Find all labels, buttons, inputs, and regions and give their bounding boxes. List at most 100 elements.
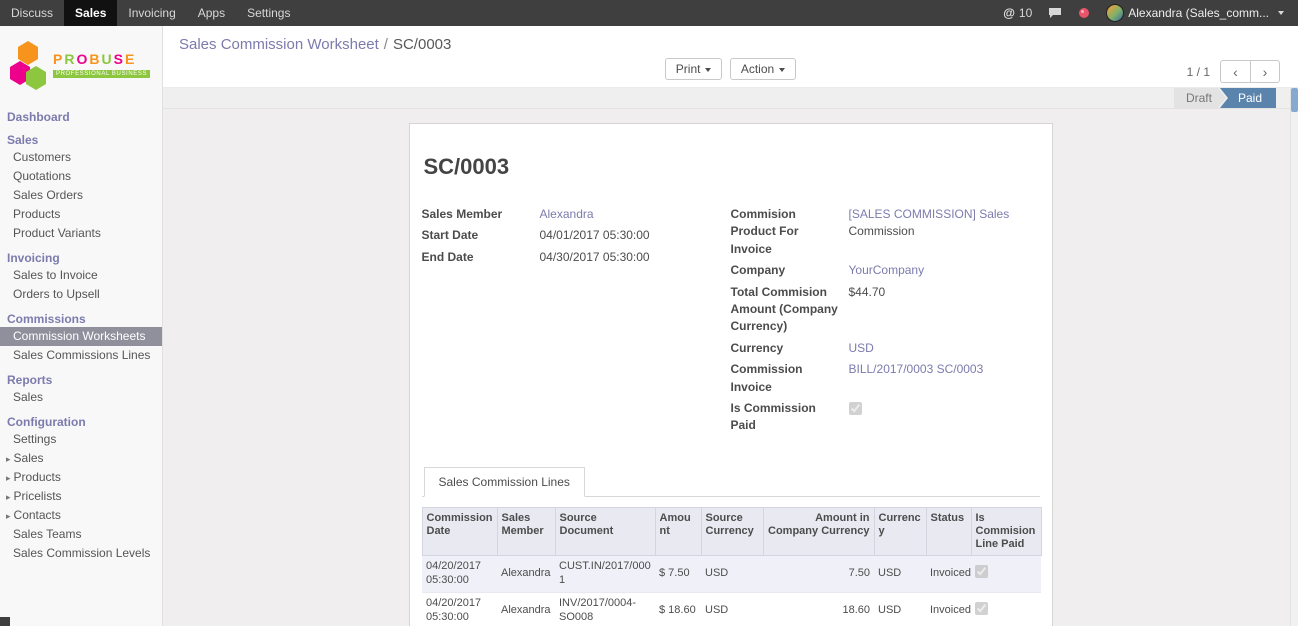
field-link[interactable]: BILL/2017/0003 SC/0003 bbox=[849, 362, 984, 376]
sidebar-item-orders-to-upsell[interactable]: Orders to Upsell bbox=[0, 285, 162, 304]
scroll-corner bbox=[0, 617, 10, 626]
sidebar-item-label: Sales bbox=[13, 390, 43, 404]
field-label: Start Date bbox=[422, 227, 540, 244]
notification-icon bbox=[1078, 7, 1090, 19]
action-buttons: Print Action bbox=[163, 58, 1298, 80]
column-header-amount-in-company-currency[interactable]: Amount in Company Currency bbox=[763, 507, 874, 556]
sidebar-item-products[interactable]: ▸Products bbox=[0, 468, 162, 487]
breadcrumb-separator: / bbox=[384, 36, 388, 53]
activities-button[interactable]: @10 bbox=[995, 0, 1040, 26]
status-paid[interactable]: Paid bbox=[1220, 88, 1276, 108]
field-sales-member: Sales MemberAlexandra bbox=[422, 206, 713, 223]
field-label: Total Commision Amount (Company Currency… bbox=[731, 284, 849, 336]
cell-status: Invoiced bbox=[926, 556, 971, 593]
sidebar-item-settings[interactable]: Settings bbox=[0, 430, 162, 449]
table-row[interactable]: 04/20/2017 05:30:00AlexandraCUST.IN/2017… bbox=[422, 556, 1041, 593]
form-fields: Sales MemberAlexandra Start Date04/01/201… bbox=[422, 206, 1040, 439]
field-link[interactable]: USD bbox=[849, 341, 874, 355]
app-logo[interactable]: PROBUSE PROFESSIONAL BUSINESS bbox=[0, 26, 162, 102]
sidebar-item-label: Orders to Upsell bbox=[13, 287, 100, 301]
table-row[interactable]: 04/20/2017 05:30:00AlexandraINV/2017/000… bbox=[422, 592, 1041, 626]
field-label: End Date bbox=[422, 249, 540, 266]
action-button[interactable]: Action bbox=[730, 58, 796, 80]
caret-down-icon bbox=[779, 68, 785, 72]
sidebar-item-quotations[interactable]: Quotations bbox=[0, 167, 162, 186]
sidebar-heading-reports[interactable]: Reports bbox=[0, 371, 162, 388]
sidebar-item-commission-worksheets[interactable]: Commission Worksheets bbox=[0, 327, 162, 346]
sidebar-item-sales-commissions-lines[interactable]: Sales Commissions Lines bbox=[0, 346, 162, 365]
top-menu-apps[interactable]: Apps bbox=[187, 0, 236, 26]
sidebar-heading-configuration[interactable]: Configuration bbox=[0, 413, 162, 430]
sidebar-item-customers[interactable]: Customers bbox=[0, 148, 162, 167]
pager-next-button[interactable]: › bbox=[1250, 60, 1280, 83]
field-link[interactable]: [SALES COMMISSION] Sales bbox=[849, 207, 1010, 221]
sidebar-item-label: Commission Worksheets bbox=[13, 329, 145, 343]
column-header-status[interactable]: Status bbox=[926, 507, 971, 556]
sidebar-item-label: Products bbox=[13, 207, 60, 221]
control-panel: Sales Commission Worksheet/SC/0003 Print… bbox=[163, 26, 1298, 88]
cell-is-commision-line-paid bbox=[971, 592, 1041, 626]
field-value: 04/01/2017 05:30:00 bbox=[540, 227, 713, 244]
column-header-amount[interactable]: Amount bbox=[655, 507, 701, 556]
cell-amount-in-company-currency: 18.60 bbox=[763, 592, 874, 626]
sidebar-item-products[interactable]: Products bbox=[0, 205, 162, 224]
checkbox-is-commission-paid[interactable] bbox=[849, 402, 862, 415]
field-link[interactable]: Alexandra bbox=[540, 207, 594, 221]
logo-text: PROBUSE PROFESSIONAL BUSINESS bbox=[53, 52, 150, 77]
pager-previous-button[interactable]: ‹ bbox=[1220, 60, 1250, 83]
sidebar-item-contacts[interactable]: ▸Contacts bbox=[0, 506, 162, 525]
column-header-source-document[interactable]: Source Document bbox=[555, 507, 655, 556]
pager: 1 / 1 ‹ › bbox=[1187, 60, 1280, 83]
sidebar-item-label: Customers bbox=[13, 150, 71, 164]
sidebar-item-label: Sales Commissions Lines bbox=[13, 348, 150, 362]
sidebar-menu: DashboardSalesCustomersQuotationsSales O… bbox=[0, 108, 162, 563]
user-menu[interactable]: Alexandra (Sales_comm... bbox=[1098, 0, 1292, 26]
column-header-source-currency[interactable]: Source Currency bbox=[701, 507, 763, 556]
activities-count: 10 bbox=[1019, 0, 1032, 26]
sidebar-heading-dashboard[interactable]: Dashboard bbox=[0, 108, 162, 125]
caret-down-icon bbox=[705, 68, 711, 72]
sidebar-item-sales-commission-levels[interactable]: Sales Commission Levels bbox=[0, 544, 162, 563]
column-header-is-commision-line-paid[interactable]: Is Commision Line Paid bbox=[971, 507, 1041, 556]
top-menu-sales[interactable]: Sales bbox=[64, 0, 117, 26]
tab-sales-commission-lines[interactable]: Sales Commission Lines bbox=[424, 467, 585, 497]
print-button[interactable]: Print bbox=[665, 58, 723, 80]
sidebar-heading-invoicing[interactable]: Invoicing bbox=[0, 249, 162, 266]
top-menu-discuss[interactable]: Discuss bbox=[0, 0, 64, 26]
column-header-sales-member[interactable]: Sales Member bbox=[497, 507, 555, 556]
sidebar-item-pricelists[interactable]: ▸Pricelists bbox=[0, 487, 162, 506]
column-header-commission-date[interactable]: Commission Date bbox=[422, 507, 497, 556]
column-header-currency[interactable]: Currency bbox=[874, 507, 926, 556]
top-menu-invoicing[interactable]: Invoicing bbox=[117, 0, 186, 26]
breadcrumb-parent[interactable]: Sales Commission Worksheet bbox=[179, 36, 379, 53]
sidebar-item-sales[interactable]: ▸Sales bbox=[0, 449, 162, 468]
sidebar-heading-commissions[interactable]: Commissions bbox=[0, 310, 162, 327]
at-icon: @ bbox=[1003, 0, 1015, 26]
cell-commission-date: 04/20/2017 05:30:00 bbox=[422, 592, 497, 626]
line-paid-checkbox[interactable] bbox=[975, 602, 988, 615]
status-draft[interactable]: Draft bbox=[1174, 88, 1226, 108]
scrollbar-thumb[interactable] bbox=[1291, 88, 1298, 112]
notification-button[interactable] bbox=[1070, 7, 1098, 19]
sidebar-heading-sales[interactable]: Sales bbox=[0, 131, 162, 148]
top-menu-settings[interactable]: Settings bbox=[236, 0, 301, 26]
main-panel: Sales Commission Worksheet/SC/0003 Print… bbox=[163, 26, 1298, 626]
line-paid-checkbox[interactable] bbox=[975, 565, 988, 578]
sidebar-item-sales-orders[interactable]: Sales Orders bbox=[0, 186, 162, 205]
field-total-commision-amount-company-currency: Total Commision Amount (Company Currency… bbox=[731, 284, 1022, 336]
messages-button[interactable] bbox=[1040, 7, 1070, 19]
logo-hexagons-icon bbox=[8, 39, 48, 91]
sidebar-item-product-variants[interactable]: Product Variants bbox=[0, 224, 162, 243]
field-value: BILL/2017/0003 SC/0003 bbox=[849, 361, 1022, 396]
sidebar-item-sales-to-invoice[interactable]: Sales to Invoice bbox=[0, 266, 162, 285]
field-value: 04/30/2017 05:30:00 bbox=[540, 249, 713, 266]
field-value: USD bbox=[849, 340, 1022, 357]
sidebar-item-sales-teams[interactable]: Sales Teams bbox=[0, 525, 162, 544]
field-value: YourCompany bbox=[849, 262, 1022, 279]
field-link[interactable]: YourCompany bbox=[849, 263, 925, 277]
scrollbar[interactable] bbox=[1290, 88, 1298, 626]
cell-status: Invoiced bbox=[926, 592, 971, 626]
action-button-label: Action bbox=[741, 62, 774, 76]
sidebar-item-sales[interactable]: Sales bbox=[0, 388, 162, 407]
field-is-commission-paid: Is Commission Paid bbox=[731, 400, 1022, 435]
